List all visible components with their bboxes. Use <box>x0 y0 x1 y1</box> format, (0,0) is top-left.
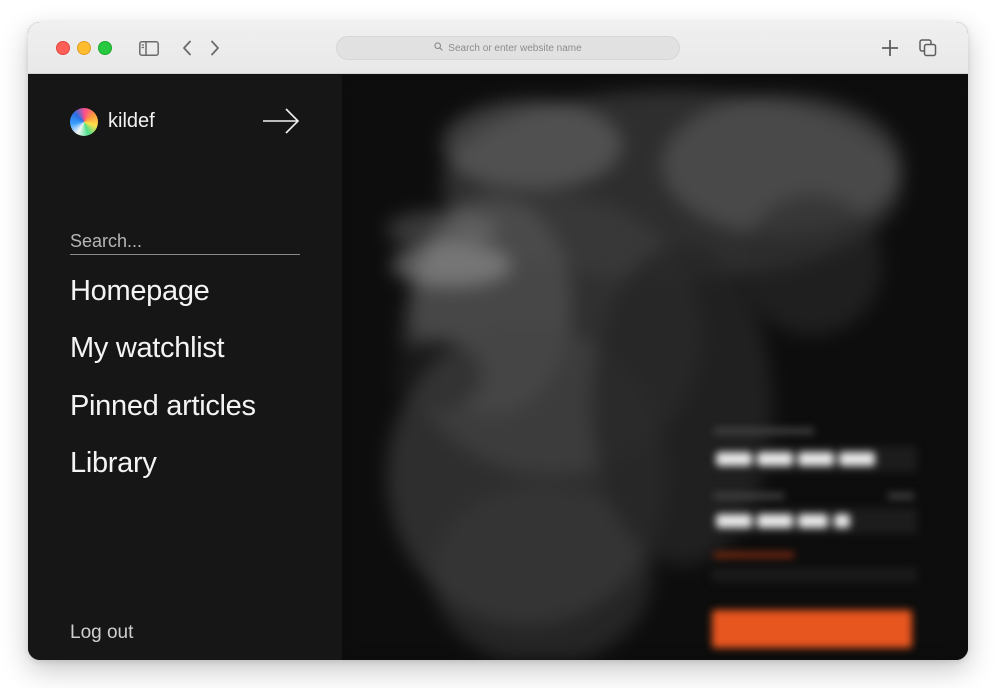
nav-item-my-watchlist[interactable]: My watchlist <box>70 332 225 365</box>
browser-window: Search or enter website name kildef Home… <box>28 22 968 660</box>
tabs-icon[interactable] <box>917 36 939 60</box>
maximize-window-button[interactable] <box>98 41 112 55</box>
browser-toolbar: Search or enter website name <box>28 22 968 74</box>
nav-item-homepage[interactable]: Homepage <box>70 275 210 308</box>
address-bar-placeholder: Search or enter website name <box>448 42 582 54</box>
chevron-left-icon[interactable] <box>178 36 196 60</box>
search-icon <box>434 42 444 54</box>
nav-item-pinned-articles[interactable]: Pinned articles <box>70 390 256 423</box>
main-panel <box>342 75 968 660</box>
logout-link[interactable]: Log out <box>70 622 133 644</box>
page-content: kildef Homepage My watchlist Pinned arti… <box>28 75 968 660</box>
arrow-right-icon[interactable] <box>262 106 300 136</box>
sidebar: kildef Homepage My watchlist Pinned arti… <box>28 75 342 660</box>
brand-name: kildef <box>108 110 155 132</box>
plus-icon[interactable] <box>879 36 901 60</box>
chevron-right-icon[interactable] <box>206 36 224 60</box>
logo-icon <box>70 108 98 136</box>
sidebar-toggle-icon[interactable] <box>138 36 160 60</box>
address-bar[interactable]: Search or enter website name <box>336 36 680 60</box>
search-input[interactable] <box>70 229 300 255</box>
signup-form-blurred <box>712 428 917 648</box>
minimize-window-button[interactable] <box>77 41 91 55</box>
close-window-button[interactable] <box>56 41 70 55</box>
nav-item-library[interactable]: Library <box>70 447 157 480</box>
